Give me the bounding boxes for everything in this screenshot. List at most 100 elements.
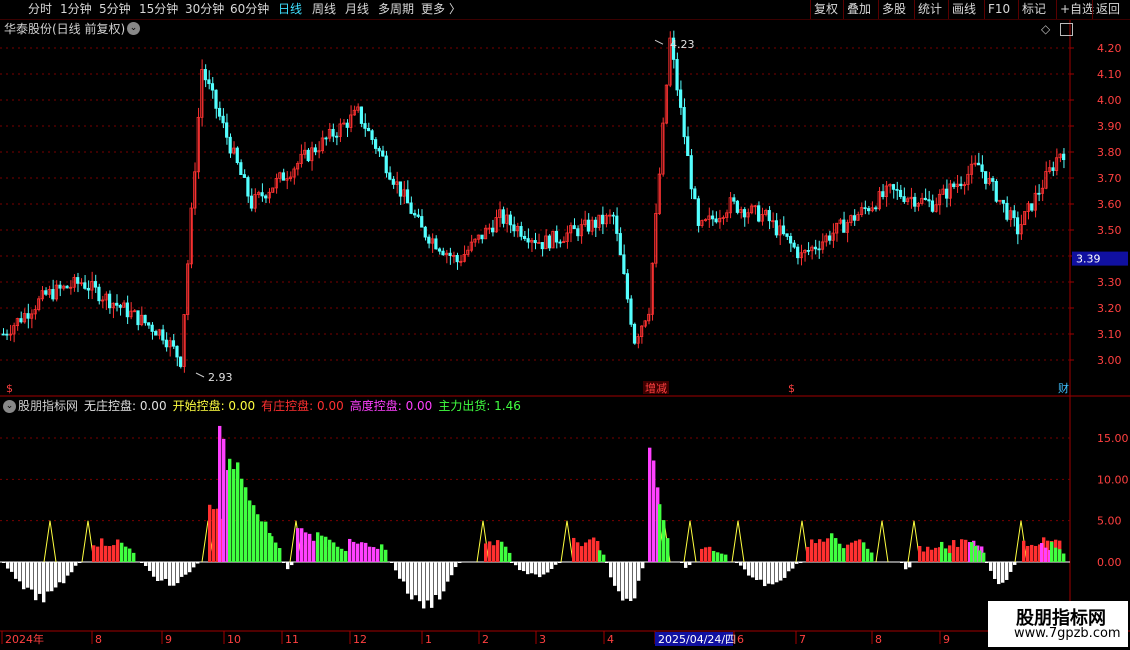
candle-body — [895, 188, 899, 191]
bar-wuzhuang — [743, 562, 747, 570]
bar-wuzhuang — [422, 562, 426, 609]
period-tab-7[interactable]: 周线 — [312, 1, 336, 17]
candle-body — [572, 225, 576, 230]
bar-wuzhuang — [454, 562, 458, 568]
period-tab-2[interactable]: 5分钟 — [99, 1, 131, 17]
bar-gaodu — [368, 546, 372, 562]
bar-chuhuo — [602, 554, 606, 562]
bar-wuzhuang — [446, 562, 450, 582]
bar-wuzhuang — [755, 562, 759, 580]
candle-body — [434, 238, 438, 250]
candle-body — [345, 122, 349, 128]
candle-body — [118, 304, 122, 308]
bar-youzhuang — [926, 546, 930, 562]
bar-youzhuang — [952, 540, 956, 562]
diamond-icon[interactable]: ◇ — [1041, 22, 1050, 36]
period-tab-3[interactable]: 15分钟 — [139, 1, 178, 17]
price-tick-label: 3.70 — [1097, 172, 1122, 185]
candle-body — [93, 281, 98, 288]
period-tab-6[interactable]: 日线 — [278, 1, 302, 17]
bar-wuzhuang — [14, 562, 18, 579]
period-tab-10[interactable]: 更多 — [421, 1, 445, 17]
candle-body — [143, 314, 147, 324]
toolbar-action-0[interactable]: 复权 — [814, 1, 838, 17]
bar-chuhuo — [252, 505, 256, 562]
candle-body — [622, 254, 626, 275]
candle-body — [1015, 217, 1020, 235]
bar-youzhuang — [100, 538, 104, 562]
time-label-14: 9 — [943, 633, 950, 646]
indicator-name: 股朋指标网 — [18, 399, 79, 413]
candle-body — [228, 136, 232, 154]
toolbar-action-5[interactable]: F10 — [988, 1, 1010, 17]
price-tick-label: 3.10 — [1097, 328, 1122, 341]
bar-gaodu — [652, 460, 656, 562]
bar-chuhuo — [240, 478, 244, 562]
bar-wuzhuang — [410, 562, 414, 600]
time-label-3: 10 — [227, 633, 241, 646]
candle-body — [547, 235, 551, 249]
bar-chuhuo — [260, 521, 264, 562]
bar-youzhuang — [492, 545, 496, 562]
bar-wuzhuang — [434, 562, 438, 595]
chart-area[interactable]: 4.204.104.003.903.803.703.603.503.403.30… — [0, 20, 1130, 650]
period-tab-5[interactable]: 60分钟 — [230, 1, 269, 17]
bar-youzhuang — [496, 540, 500, 562]
bar-wuzhuang — [176, 562, 180, 584]
bar-youzhuang — [822, 541, 826, 562]
indicator-collapse-icon[interactable]: ⌄ — [3, 400, 16, 413]
toolbar-action-1[interactable]: 叠加 — [847, 1, 871, 17]
bar-wuzhuang — [779, 562, 783, 581]
toolbar-separator — [1018, 0, 1019, 19]
chevron-right-icon[interactable]: 〉 — [449, 1, 461, 17]
bar-youzhuang — [580, 546, 584, 562]
toolbar-action-6[interactable]: 标记 — [1022, 1, 1046, 17]
legend-item-0: 无庄控盘: 0.00 — [84, 399, 167, 413]
period-tab-0[interactable]: 分时 — [28, 1, 52, 17]
period-tab-9[interactable]: 多周期 — [378, 1, 414, 17]
candle-body — [817, 248, 821, 251]
bar-wuzhuang — [282, 562, 286, 563]
toolbar-action-2[interactable]: 多股 — [882, 1, 906, 17]
period-tab-4[interactable]: 30分钟 — [185, 1, 224, 17]
bar-wuzhuang — [787, 562, 791, 572]
bar-wuzhuang — [394, 562, 398, 571]
indicator-tick-label: 15.00 — [1097, 432, 1129, 445]
candle-body — [125, 302, 129, 318]
time-label-12: 7 — [799, 633, 806, 646]
bar-chuhuo — [974, 545, 978, 562]
bar-youzhuang — [810, 539, 814, 562]
time-label-2: 9 — [165, 633, 172, 646]
price-tick-label: 3.50 — [1097, 224, 1122, 237]
period-tab-8[interactable]: 月线 — [345, 1, 369, 17]
bar-wuzhuang — [546, 562, 550, 573]
candle-body — [519, 226, 523, 237]
toolbar-action-4[interactable]: 画线 — [952, 1, 976, 17]
bar-youzhuang — [1034, 545, 1038, 562]
bar-wuzhuang — [10, 562, 14, 572]
candle-body — [416, 214, 420, 217]
toolbar-action-3[interactable]: 统计 — [918, 1, 942, 17]
bar-wuzhuang — [58, 562, 62, 583]
bar-chuhuo — [504, 546, 508, 562]
toolbar-action-7[interactable]: +自选 — [1060, 1, 1094, 17]
candle-body — [774, 220, 778, 236]
chevron-down-icon[interactable]: ⌄ — [127, 22, 140, 35]
bar-youzhuang — [108, 546, 112, 562]
bar-gaodu — [304, 532, 308, 562]
candle-body — [171, 340, 176, 347]
candle-body — [147, 322, 151, 326]
bar-wuzhuang — [148, 562, 152, 571]
bar-wuzhuang — [688, 562, 692, 566]
high-marker-label: 4.23 — [670, 38, 695, 51]
period-tab-1[interactable]: 1分钟 — [60, 1, 92, 17]
bar-youzhuang — [850, 542, 854, 562]
bar-wuzhuang — [188, 562, 192, 573]
bar-wuzhuang — [625, 562, 629, 599]
toolbar-action-8[interactable]: 返回 — [1096, 1, 1120, 17]
bar-wuzhuang — [398, 562, 402, 579]
bar-youzhuang — [846, 544, 850, 562]
bar-chuhuo — [834, 538, 838, 562]
bar-kaishi — [731, 520, 745, 563]
panel-toggle-icon[interactable] — [1060, 23, 1073, 36]
